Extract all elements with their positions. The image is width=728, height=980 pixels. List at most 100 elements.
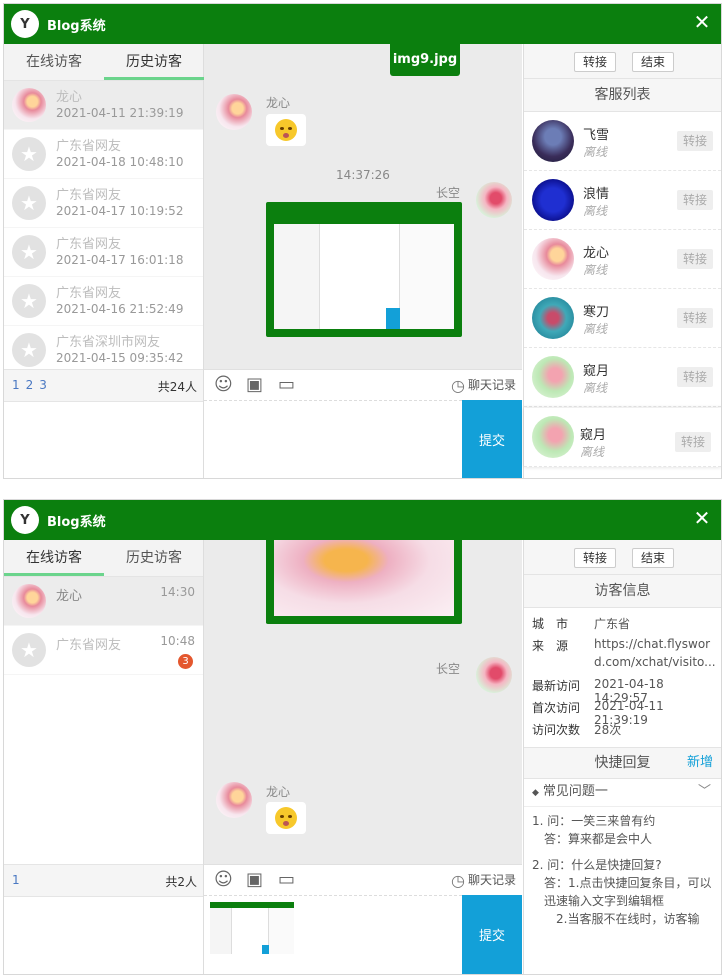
pasted-image-thumbnail[interactable] xyxy=(210,902,294,954)
quick-reply-category[interactable]: ◆ 常见问题一 ﹀ xyxy=(524,778,721,807)
visitor-name: 龙心 xyxy=(56,90,83,105)
app-logo-icon: Y xyxy=(11,10,39,38)
chat-window-history: Y Blog系统 ✕ 在线访客 历史访客 龙心 2021-04-11 21:39… xyxy=(3,3,722,479)
agent-transfer-button[interactable]: 转接 xyxy=(677,367,713,387)
list-item[interactable]: 龙心 14:30 xyxy=(4,577,203,626)
avatar: ★ xyxy=(12,235,46,269)
quick-reply-item[interactable]: 2. 问：什么是快捷回复? xyxy=(532,856,715,874)
screenshot-rightpanel xyxy=(399,224,454,329)
transfer-button[interactable]: 转接 xyxy=(574,548,616,568)
list-item[interactable]: ★ 广东省深圳市网友 2021-04-15 09:35:42 xyxy=(4,326,203,375)
agent-transfer-button[interactable]: 转接 xyxy=(675,432,711,452)
info-row: 最新访问 2021-04-18 14:29:57 xyxy=(524,674,721,705)
avatar xyxy=(532,179,574,221)
tab-online-visitors[interactable]: 在线访客 xyxy=(4,44,104,80)
image-icon[interactable]: ▣ xyxy=(246,375,263,395)
submit-button[interactable]: 提交 xyxy=(462,895,522,974)
chat-history-link[interactable]: ◷ 聊天记录 xyxy=(451,871,516,890)
close-icon[interactable]: ✕ xyxy=(691,11,713,33)
agent-item: 龙心 离线 转接 xyxy=(524,230,721,289)
title-bar: Y Blog系统 ✕ xyxy=(4,500,721,540)
list-item[interactable]: ★ 广东省网友 2021-04-18 10:48:10 xyxy=(4,130,203,179)
message-input[interactable] xyxy=(204,895,462,974)
star-icon: ★ xyxy=(20,289,38,313)
list-item[interactable]: ★ 广东省网友 10:48 3 xyxy=(4,626,203,675)
info-key: 首次访问 xyxy=(532,701,581,715)
emoji-icon[interactable]: ☺ xyxy=(214,375,233,395)
sender-name: 龙心 xyxy=(266,96,291,110)
visitor-time: 10:48 xyxy=(160,634,195,648)
submit-button[interactable]: 提交 xyxy=(462,400,522,478)
avatar xyxy=(532,356,574,398)
agent-transfer-button[interactable]: 转接 xyxy=(677,308,713,328)
quick-reply-item[interactable]: 1. 问：一笑三来曾有约 xyxy=(532,812,715,830)
visitor-panel: 在线访客 历史访客 龙心 14:30 ★ 广东省网友 10:48 3 1 共2人 xyxy=(4,540,204,974)
visitor-total: 共24人 xyxy=(157,380,197,394)
agent-item: 寒刀 离线 转接 xyxy=(524,289,721,348)
agent-status: 离线 xyxy=(583,322,608,336)
folder-icon[interactable]: ▭ xyxy=(278,375,295,395)
quick-reply-list: 1. 问：一笑三来曾有约 答：算来都是会中人 2. 问：什么是快捷回复? 答：1… xyxy=(532,812,715,928)
agent-status: 离线 xyxy=(583,263,608,277)
diamond-icon: ◆ xyxy=(532,788,539,798)
avatar xyxy=(12,584,46,618)
star-icon: ★ xyxy=(20,338,38,362)
action-bar: 转接 结束 xyxy=(524,44,721,79)
app-title: Blog系统 xyxy=(47,19,106,34)
quick-reply-answer: 答：1.点击快捷回复条目，可以迅速输入文字到编辑框 xyxy=(544,876,712,908)
agent-transfer-button[interactable]: 转接 xyxy=(677,131,713,151)
star-icon: ★ xyxy=(20,240,38,264)
message-area[interactable]: img9.jpg 龙心 14:37:26 长空 xyxy=(204,44,522,369)
info-row: 来 源 https://chat.flysword.com/xchat/visi… xyxy=(524,634,721,674)
image-icon[interactable]: ▣ xyxy=(246,870,263,890)
quick-reply-answer: 2.当客服不在线时，访客输 xyxy=(556,912,700,926)
chat-panel: 长空 龙心 ☺ ▣ ▭ ◷ 聊天记录 提交 xyxy=(204,540,522,974)
info-value[interactable]: https://chat.flysword.com/xchat/visito..… xyxy=(594,635,716,671)
list-item[interactable]: ★ 广东省网友 2021-04-17 10:19:52 xyxy=(4,179,203,228)
transfer-button[interactable]: 转接 xyxy=(574,52,616,72)
star-icon: ★ xyxy=(20,142,38,166)
visitor-name: 广东省网友 xyxy=(56,638,122,653)
chat-history-label: 聊天记录 xyxy=(467,378,516,392)
screenshot-titlebar xyxy=(274,210,454,225)
visitor-panel: 在线访客 历史访客 龙心 2021-04-11 21:39:19 ★ 广东省网友… xyxy=(4,44,204,478)
agent-name: 窥月 xyxy=(580,428,607,443)
list-item[interactable]: ★ 广东省网友 2021-04-17 16:01:18 xyxy=(4,228,203,277)
tab-history-visitors[interactable]: 历史访客 xyxy=(104,44,204,80)
tab-online-visitors[interactable]: 在线访客 xyxy=(4,540,104,576)
chat-history-link[interactable]: ◷ 聊天记录 xyxy=(451,376,516,395)
agent-transfer-button[interactable]: 转接 xyxy=(677,190,713,210)
image-message[interactable] xyxy=(266,202,462,337)
emoji-icon[interactable]: ☺ xyxy=(214,870,233,890)
end-button[interactable]: 结束 xyxy=(632,52,674,72)
avatar xyxy=(532,416,574,458)
sender-name: 长空 xyxy=(436,662,461,676)
screenshot-sidebar xyxy=(210,908,232,954)
message-area[interactable]: 长空 龙心 xyxy=(204,540,522,865)
avatar xyxy=(216,94,252,130)
avatar: ★ xyxy=(12,633,46,667)
end-button[interactable]: 结束 xyxy=(632,548,674,568)
page-link[interactable]: 1 xyxy=(12,378,20,392)
close-icon[interactable]: ✕ xyxy=(691,507,713,529)
quick-reply-header: 快捷回复 新增 xyxy=(524,747,721,779)
avatar xyxy=(12,88,46,122)
message-bubble xyxy=(266,802,306,834)
page-link[interactable]: 2 xyxy=(26,378,34,392)
page-link[interactable]: 1 xyxy=(12,873,20,887)
quick-reply-answer: 答：算来都是会中人 xyxy=(544,832,653,846)
folder-icon[interactable]: ▭ xyxy=(278,870,295,890)
visitor-total: 共2人 xyxy=(165,875,197,889)
list-item[interactable]: 龙心 2021-04-11 21:39:19 xyxy=(4,81,203,130)
page-link[interactable]: 3 xyxy=(39,378,47,392)
message-input[interactable] xyxy=(204,400,462,478)
star-icon: ★ xyxy=(20,191,38,215)
avatar xyxy=(216,782,252,818)
image-message[interactable] xyxy=(266,540,462,624)
visitor-name: 龙心 xyxy=(56,589,83,604)
list-item[interactable]: ★ 广东省网友 2021-04-16 21:52:49 xyxy=(4,277,203,326)
info-key: 最新访问 xyxy=(532,679,581,693)
tab-history-visitors[interactable]: 历史访客 xyxy=(104,540,204,576)
agent-transfer-button[interactable]: 转接 xyxy=(677,249,713,269)
quick-reply-add-button[interactable]: 新增 xyxy=(687,748,713,778)
